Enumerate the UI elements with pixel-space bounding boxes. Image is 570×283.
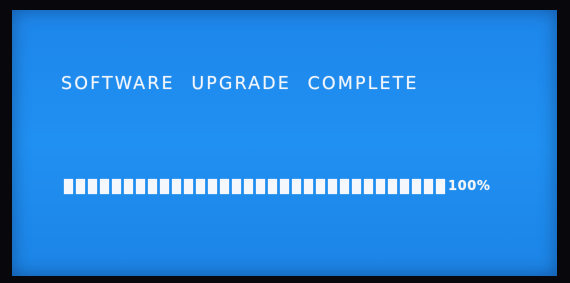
progress-segment <box>148 179 157 194</box>
progress-segment <box>328 179 337 194</box>
progress-segment <box>364 179 373 194</box>
progress-segment <box>136 179 145 194</box>
upgrade-screen: SOFTWARE UPGRADE COMPLETE 100% <box>12 10 557 276</box>
progress-segment <box>400 179 409 194</box>
progress-segment <box>112 179 121 194</box>
progress-percent-label: 100% <box>448 179 491 194</box>
progress-segment <box>376 179 385 194</box>
progress-segment <box>172 179 181 194</box>
progress-segment <box>256 179 265 194</box>
progress-segment <box>304 179 313 194</box>
progress-segment <box>316 179 325 194</box>
progress-segment <box>64 179 73 194</box>
progress-segment <box>412 179 421 194</box>
progress-segment <box>292 179 301 194</box>
progress-segment <box>160 179 169 194</box>
progress-segment <box>388 179 397 194</box>
progress-bar <box>64 179 445 194</box>
progress-segment <box>424 179 433 194</box>
progress-segment <box>280 179 289 194</box>
progress-segment <box>184 179 193 194</box>
progress-row: 100% <box>64 179 491 194</box>
monitor-bezel: SOFTWARE UPGRADE COMPLETE 100% <box>0 0 570 283</box>
progress-segment <box>340 179 349 194</box>
progress-segment <box>244 179 253 194</box>
progress-segment <box>220 179 229 194</box>
progress-segment <box>436 179 445 194</box>
progress-segment <box>268 179 277 194</box>
progress-segment <box>208 179 217 194</box>
progress-segment <box>100 179 109 194</box>
progress-segment <box>196 179 205 194</box>
progress-segment <box>76 179 85 194</box>
progress-segment <box>88 179 97 194</box>
progress-segment <box>124 179 133 194</box>
progress-segment <box>232 179 241 194</box>
progress-segment <box>352 179 361 194</box>
upgrade-status-title: SOFTWARE UPGRADE COMPLETE <box>61 74 419 94</box>
